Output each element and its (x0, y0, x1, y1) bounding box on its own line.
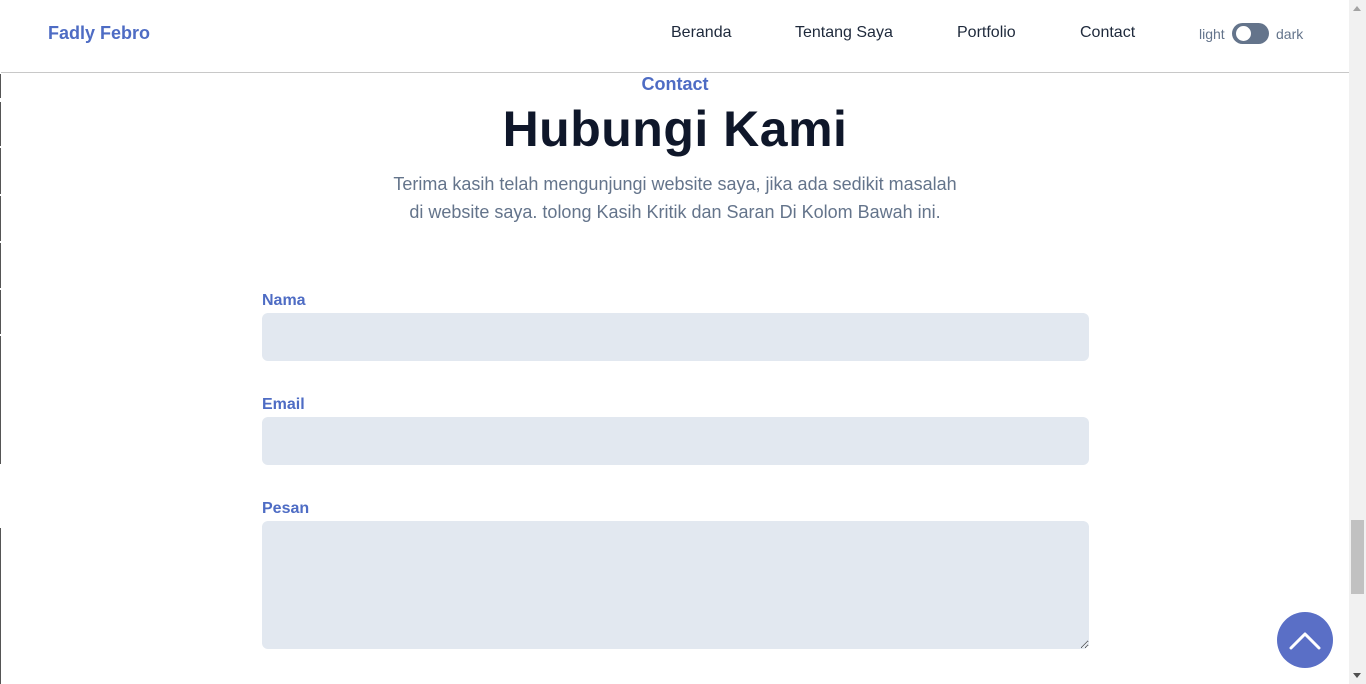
email-label: Email (262, 396, 305, 413)
toggle-knob (1236, 26, 1251, 41)
main-nav: Beranda Tentang Saya Portfolio Contact (1, 24, 1349, 44)
theme-switcher: light dark (1199, 23, 1309, 45)
email-field[interactable] (262, 417, 1089, 465)
theme-light-label: light (1199, 26, 1225, 42)
theme-toggle[interactable] (1232, 23, 1269, 44)
nav-portfolio[interactable]: Portfolio (957, 24, 1016, 42)
scrollbar-thumb[interactable] (1351, 520, 1364, 594)
section-tag: Contact (641, 74, 709, 94)
section-description: Terima kasih telah mengunjungi website s… (393, 174, 957, 222)
nav-tentang-saya[interactable]: Tentang Saya (795, 24, 893, 42)
chevron-up-icon (1289, 632, 1321, 650)
page-title: Hubungi Kami (502, 101, 848, 157)
scroll-up-arrow-icon[interactable] (1353, 6, 1361, 11)
nav-beranda[interactable]: Beranda (671, 24, 732, 42)
name-label: Nama (262, 292, 306, 309)
back-to-top-button[interactable] (1277, 612, 1333, 668)
vertical-scrollbar[interactable] (1349, 0, 1366, 684)
site-header: Fadly Febro Beranda Tentang Saya Portfol… (1, 0, 1349, 73)
nav-contact[interactable]: Contact (1080, 24, 1135, 42)
message-field[interactable] (262, 521, 1089, 649)
message-label: Pesan (262, 500, 310, 517)
scroll-down-arrow-icon[interactable] (1353, 673, 1361, 678)
theme-dark-label: dark (1276, 26, 1304, 42)
name-field[interactable] (262, 313, 1089, 361)
